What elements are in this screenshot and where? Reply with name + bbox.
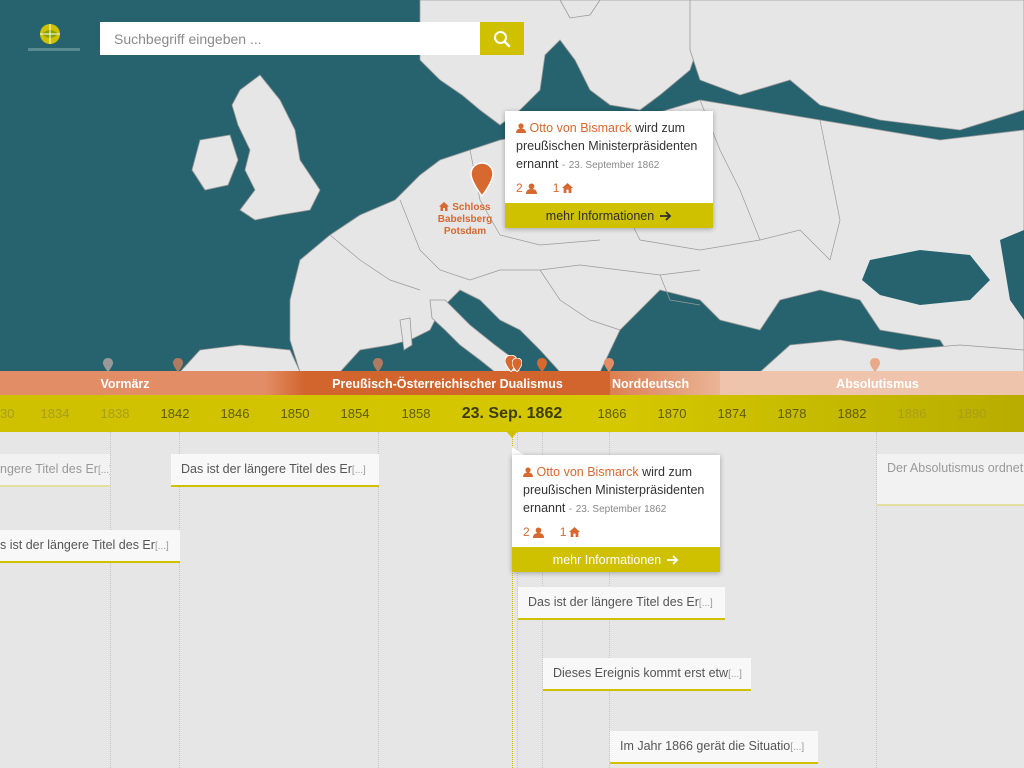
year-tick[interactable]: 1858 bbox=[394, 395, 438, 432]
epoch-norddeutsch[interactable]: Norddeutsch bbox=[612, 371, 692, 395]
popup-person-link[interactable]: Otto von Bismarck bbox=[536, 465, 638, 479]
more-ellipsis[interactable]: [...] bbox=[790, 742, 804, 753]
year-tick[interactable]: 1834 bbox=[33, 395, 77, 432]
more-ellipsis[interactable]: [...] bbox=[155, 541, 169, 552]
place-count: 1 bbox=[559, 525, 567, 539]
popup-counts: 2 1 bbox=[516, 179, 703, 197]
more-info-button[interactable]: mehr Informationen bbox=[505, 203, 713, 228]
more-ellipsis[interactable]: [...] bbox=[699, 598, 713, 609]
year-tick[interactable]: 1830 bbox=[0, 395, 22, 432]
epoch-bar: Vormärz Preußisch-Österreichischer Duali… bbox=[0, 371, 1024, 395]
event-card[interactable]: Im Jahr 1866 gerät die Situatio[...] bbox=[610, 731, 818, 764]
year-tick[interactable]: 1882 bbox=[830, 395, 874, 432]
timeline-guide bbox=[110, 432, 111, 768]
epoch-vormaerz[interactable]: Vormärz bbox=[60, 371, 190, 395]
more-info-label: mehr Informationen bbox=[545, 208, 655, 223]
popup-notch bbox=[512, 447, 524, 455]
person-count: 2 bbox=[523, 525, 530, 539]
year-tick[interactable]: 1850 bbox=[273, 395, 317, 432]
year-scale[interactable]: 1830 1834 1838 1842 1846 1850 1854 1858 … bbox=[0, 395, 1024, 432]
event-pin-icon[interactable] bbox=[173, 358, 183, 372]
map-marker[interactable] bbox=[470, 162, 494, 203]
year-tick[interactable]: 1842 bbox=[153, 395, 197, 432]
globe-logo-icon bbox=[28, 24, 80, 51]
popup-date: 23. September 1862 bbox=[568, 160, 660, 171]
event-card-title: ngere Titel des Er bbox=[0, 462, 98, 476]
epoch-absolutismus[interactable]: Absolutismus bbox=[820, 371, 935, 395]
popup-counts: 2 1 bbox=[523, 523, 710, 541]
person-icon bbox=[516, 123, 526, 133]
more-info-button[interactable]: mehr Informationen bbox=[512, 547, 720, 572]
event-card[interactable]: Das ist der längere Titel des Er[...] bbox=[171, 454, 379, 487]
event-card-title: Das ist der längere Titel des Er bbox=[528, 595, 699, 609]
event-card-title: Im Jahr 1866 gerät die Situatio bbox=[620, 739, 791, 753]
arrow-right-icon bbox=[660, 210, 672, 221]
year-tick[interactable]: 1874 bbox=[710, 395, 754, 432]
event-pin-icon[interactable] bbox=[512, 358, 522, 372]
arrow-right-icon bbox=[667, 554, 679, 565]
more-ellipsis[interactable]: [...] bbox=[98, 465, 110, 476]
person-icon bbox=[532, 526, 544, 538]
app-logo[interactable] bbox=[24, 20, 84, 56]
popup-date: 23. September 1862 bbox=[575, 504, 667, 515]
more-ellipsis[interactable]: [...] bbox=[728, 669, 742, 680]
house-icon bbox=[439, 202, 450, 211]
event-pin-icon[interactable] bbox=[103, 358, 113, 372]
event-card-title: Der Absolutismus ordnet bbox=[887, 461, 1024, 475]
timeline-event-popup: Otto von Bismarck wird zum preußischen M… bbox=[512, 455, 720, 572]
place-count: 1 bbox=[552, 181, 560, 195]
event-card-title: Dieses Ereignis kommt erst etw bbox=[553, 666, 729, 680]
year-tick[interactable]: 1870 bbox=[650, 395, 694, 432]
map-event-popup: Otto von Bismarck wird zum preußischen M… bbox=[505, 111, 713, 228]
more-ellipsis[interactable]: [...] bbox=[352, 465, 366, 476]
popup-body: Otto von Bismarck wird zum preußischen M… bbox=[512, 455, 720, 547]
search-input[interactable] bbox=[100, 22, 480, 55]
popup-person-link[interactable]: Otto von Bismarck bbox=[529, 121, 631, 135]
house-icon bbox=[562, 183, 574, 193]
popup-date-sep: - bbox=[561, 160, 566, 171]
person-count: 2 bbox=[516, 181, 523, 195]
event-card-title: s ist der längere Titel des Er bbox=[0, 538, 155, 552]
event-card-title: Das ist der längere Titel des Er bbox=[181, 462, 352, 476]
person-icon bbox=[523, 467, 533, 477]
marker-label[interactable]: Schloss Babelsberg Potsdam bbox=[420, 202, 510, 238]
event-pin-icon[interactable] bbox=[870, 358, 880, 372]
year-tick[interactable]: 1838 bbox=[93, 395, 137, 432]
year-tick[interactable]: 1886 bbox=[890, 395, 934, 432]
epoch-dualismus[interactable]: Preußisch-Österreichischer Dualismus bbox=[310, 371, 585, 395]
search-bar bbox=[100, 22, 524, 55]
year-tick[interactable]: 1854 bbox=[333, 395, 377, 432]
event-pin-icon[interactable] bbox=[373, 358, 383, 372]
event-card[interactable]: ngere Titel des Er[...] bbox=[0, 454, 110, 487]
marker-city: Potsdam bbox=[443, 226, 487, 237]
year-tick[interactable]: 1878 bbox=[770, 395, 814, 432]
search-icon bbox=[494, 30, 511, 47]
event-card[interactable]: Das ist der längere Titel des Er[...] bbox=[518, 587, 725, 620]
event-card[interactable]: Dieses Ereignis kommt erst etw[...] bbox=[543, 658, 751, 691]
search-button[interactable] bbox=[480, 22, 524, 55]
year-tick[interactable]: 1846 bbox=[213, 395, 257, 432]
map-marker-icon bbox=[470, 162, 494, 198]
current-date: 23. Sep. 1862 bbox=[461, 405, 563, 422]
event-card[interactable]: s ist der längere Titel des Er[...] bbox=[0, 530, 180, 563]
house-icon bbox=[569, 527, 581, 537]
event-pin-icon[interactable] bbox=[604, 358, 614, 372]
more-info-label: mehr Informationen bbox=[552, 552, 662, 567]
event-pin-icon[interactable] bbox=[537, 358, 547, 372]
person-icon bbox=[525, 182, 537, 194]
year-tick[interactable]: 1890 bbox=[950, 395, 994, 432]
event-card[interactable]: Der Absolutismus ordnet bbox=[877, 454, 1024, 506]
year-tick[interactable]: 1866 bbox=[590, 395, 634, 432]
popup-body: Otto von Bismarck wird zum preußischen M… bbox=[505, 111, 713, 203]
popup-date-sep: - bbox=[568, 504, 573, 515]
